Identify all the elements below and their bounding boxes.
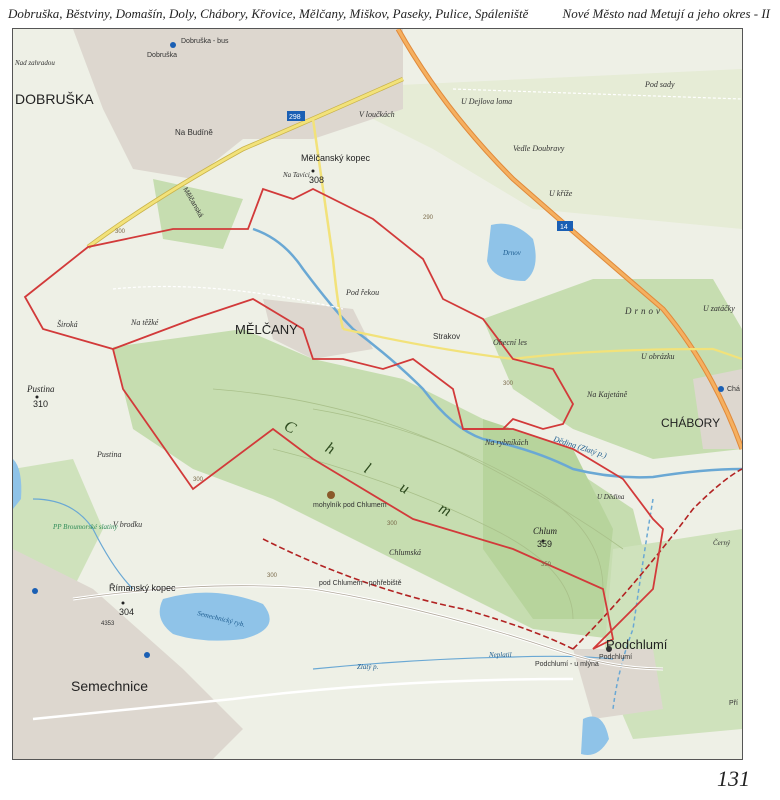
bus-stop-icon	[718, 386, 724, 392]
area-label-obecni-les: Obecní les	[493, 338, 527, 347]
stop-label-dobruska-bus: Dobruška - bus	[181, 38, 229, 45]
peak-altitude: 359	[537, 539, 552, 549]
area-label-v-louckach: V loučkách	[359, 110, 395, 119]
page-number: 131	[717, 766, 750, 791]
area-label-na-budine: Na Budíně	[175, 128, 213, 137]
stop-label-pod-chlumem: pod Chlumem - pohřebiště	[319, 580, 402, 587]
area-label-pod-rekou: Pod řekou	[345, 288, 379, 297]
area-label-u-dedina: U Dědina	[597, 493, 625, 501]
road-shield-298: 298	[287, 111, 305, 121]
road-shield-number: 14	[560, 224, 568, 231]
area-label-na-tavici: Na Tavíci	[282, 171, 310, 179]
header-places: Dobruška, Běstviny, Domašín, Doly, Chábo…	[8, 6, 529, 21]
bus-stop-icon	[170, 42, 176, 48]
area-label-nad-zahradou: Nad zahradou	[14, 59, 55, 67]
stream-label-neplatil: Neplatil	[488, 651, 512, 659]
peak-altitude: 304	[119, 607, 134, 617]
peak-name: Římanský kopec	[109, 583, 176, 593]
peak-name: Pustina	[26, 384, 55, 394]
area-label-vedle-doubravy: Vedle Doubravy	[513, 144, 565, 153]
map-frame[interactable]: DOBRUŠKA MĚLČANY CHÁBORY Semechnice Podc…	[12, 28, 743, 760]
area-label-drnov: Drnov	[624, 306, 663, 316]
lake-label-drnov: Drnov	[502, 249, 522, 257]
area-label-u-obrazku: U obrázku	[641, 352, 675, 361]
town-label-semechnice: Semechnice	[71, 678, 148, 694]
area-label-u-krize: U kříže	[549, 189, 573, 198]
contour-label: 300	[503, 381, 514, 387]
area-label-na-tezke: Na těžké	[130, 318, 159, 327]
peak-name: Mělčanský kopec	[301, 153, 371, 163]
peak-altitude: 308	[309, 175, 324, 185]
area-label-strakov: Strakov	[433, 332, 460, 341]
area-label-pri: Pří	[729, 700, 738, 707]
peak-marker-rimansky	[121, 601, 125, 605]
town-label-podchlumi: Podchlumí	[606, 637, 668, 652]
area-label-u-zatacky: U zatáčky	[703, 304, 735, 313]
area-label-pp-broumovske: PP Broumorské slatiny	[52, 523, 118, 531]
bus-stop-icon	[144, 652, 150, 658]
poi-label-mohylnik: mohylník pod Chlumem	[313, 502, 387, 509]
stop-label-podchlumi-u-mlyna: Podchlumí - u mlýna	[535, 661, 599, 668]
stop-label-dobruska: Dobruška	[147, 52, 177, 59]
contour-label: 300	[193, 477, 204, 483]
topographic-map[interactable]: DOBRUŠKA MĚLČANY CHÁBORY Semechnice Podc…	[13, 29, 742, 759]
contour-label: 290	[423, 215, 434, 221]
peak-marker-pustina	[35, 395, 39, 399]
stop-label-chabory: Chá	[727, 386, 740, 393]
area-label-pod-sady: Pod sady	[644, 80, 675, 89]
peak-altitude: 310	[33, 399, 48, 409]
contour-label: 300	[387, 521, 398, 527]
area-label-pustina: Pustina	[96, 450, 121, 459]
mohylnik-icon	[327, 491, 335, 499]
peak-marker-chlum	[541, 539, 545, 543]
road-label-4353: 4353	[101, 621, 115, 627]
header-region: Nové Město nad Metují a jeho okres - II	[562, 6, 770, 21]
stop-label-podchlumi: Podchlumí	[599, 654, 632, 661]
road-shield-14: 14	[557, 221, 573, 231]
contour-label: 300	[115, 229, 126, 235]
road-shield-number: 298	[289, 114, 301, 121]
area-label-cerny: Černý	[713, 539, 731, 547]
area-label-u-dejlova-loma: U Dejlova loma	[461, 97, 512, 106]
peak-name: Chlum	[533, 526, 558, 536]
contour-label: 350	[541, 562, 552, 568]
stream-label-zlaty: Zlatý p.	[357, 663, 379, 671]
area-label-siroka: Široká	[57, 319, 78, 329]
peak-marker-melcansky	[311, 169, 315, 173]
area-label-chlumska: Chlumská	[389, 548, 421, 557]
bus-stop-icon	[32, 588, 38, 594]
contour-label: 300	[267, 573, 278, 579]
bus-stop-icon	[606, 646, 612, 652]
town-label-chabory: CHÁBORY	[661, 415, 720, 430]
area-label-na-rybnikach: Na rybníkách	[484, 438, 528, 447]
town-label-melcany: MĚLČANY	[235, 322, 298, 337]
town-label-dobruska: DOBRUŠKA	[15, 91, 94, 107]
area-label-na-kajetane: Na Kajetáně	[586, 390, 628, 399]
